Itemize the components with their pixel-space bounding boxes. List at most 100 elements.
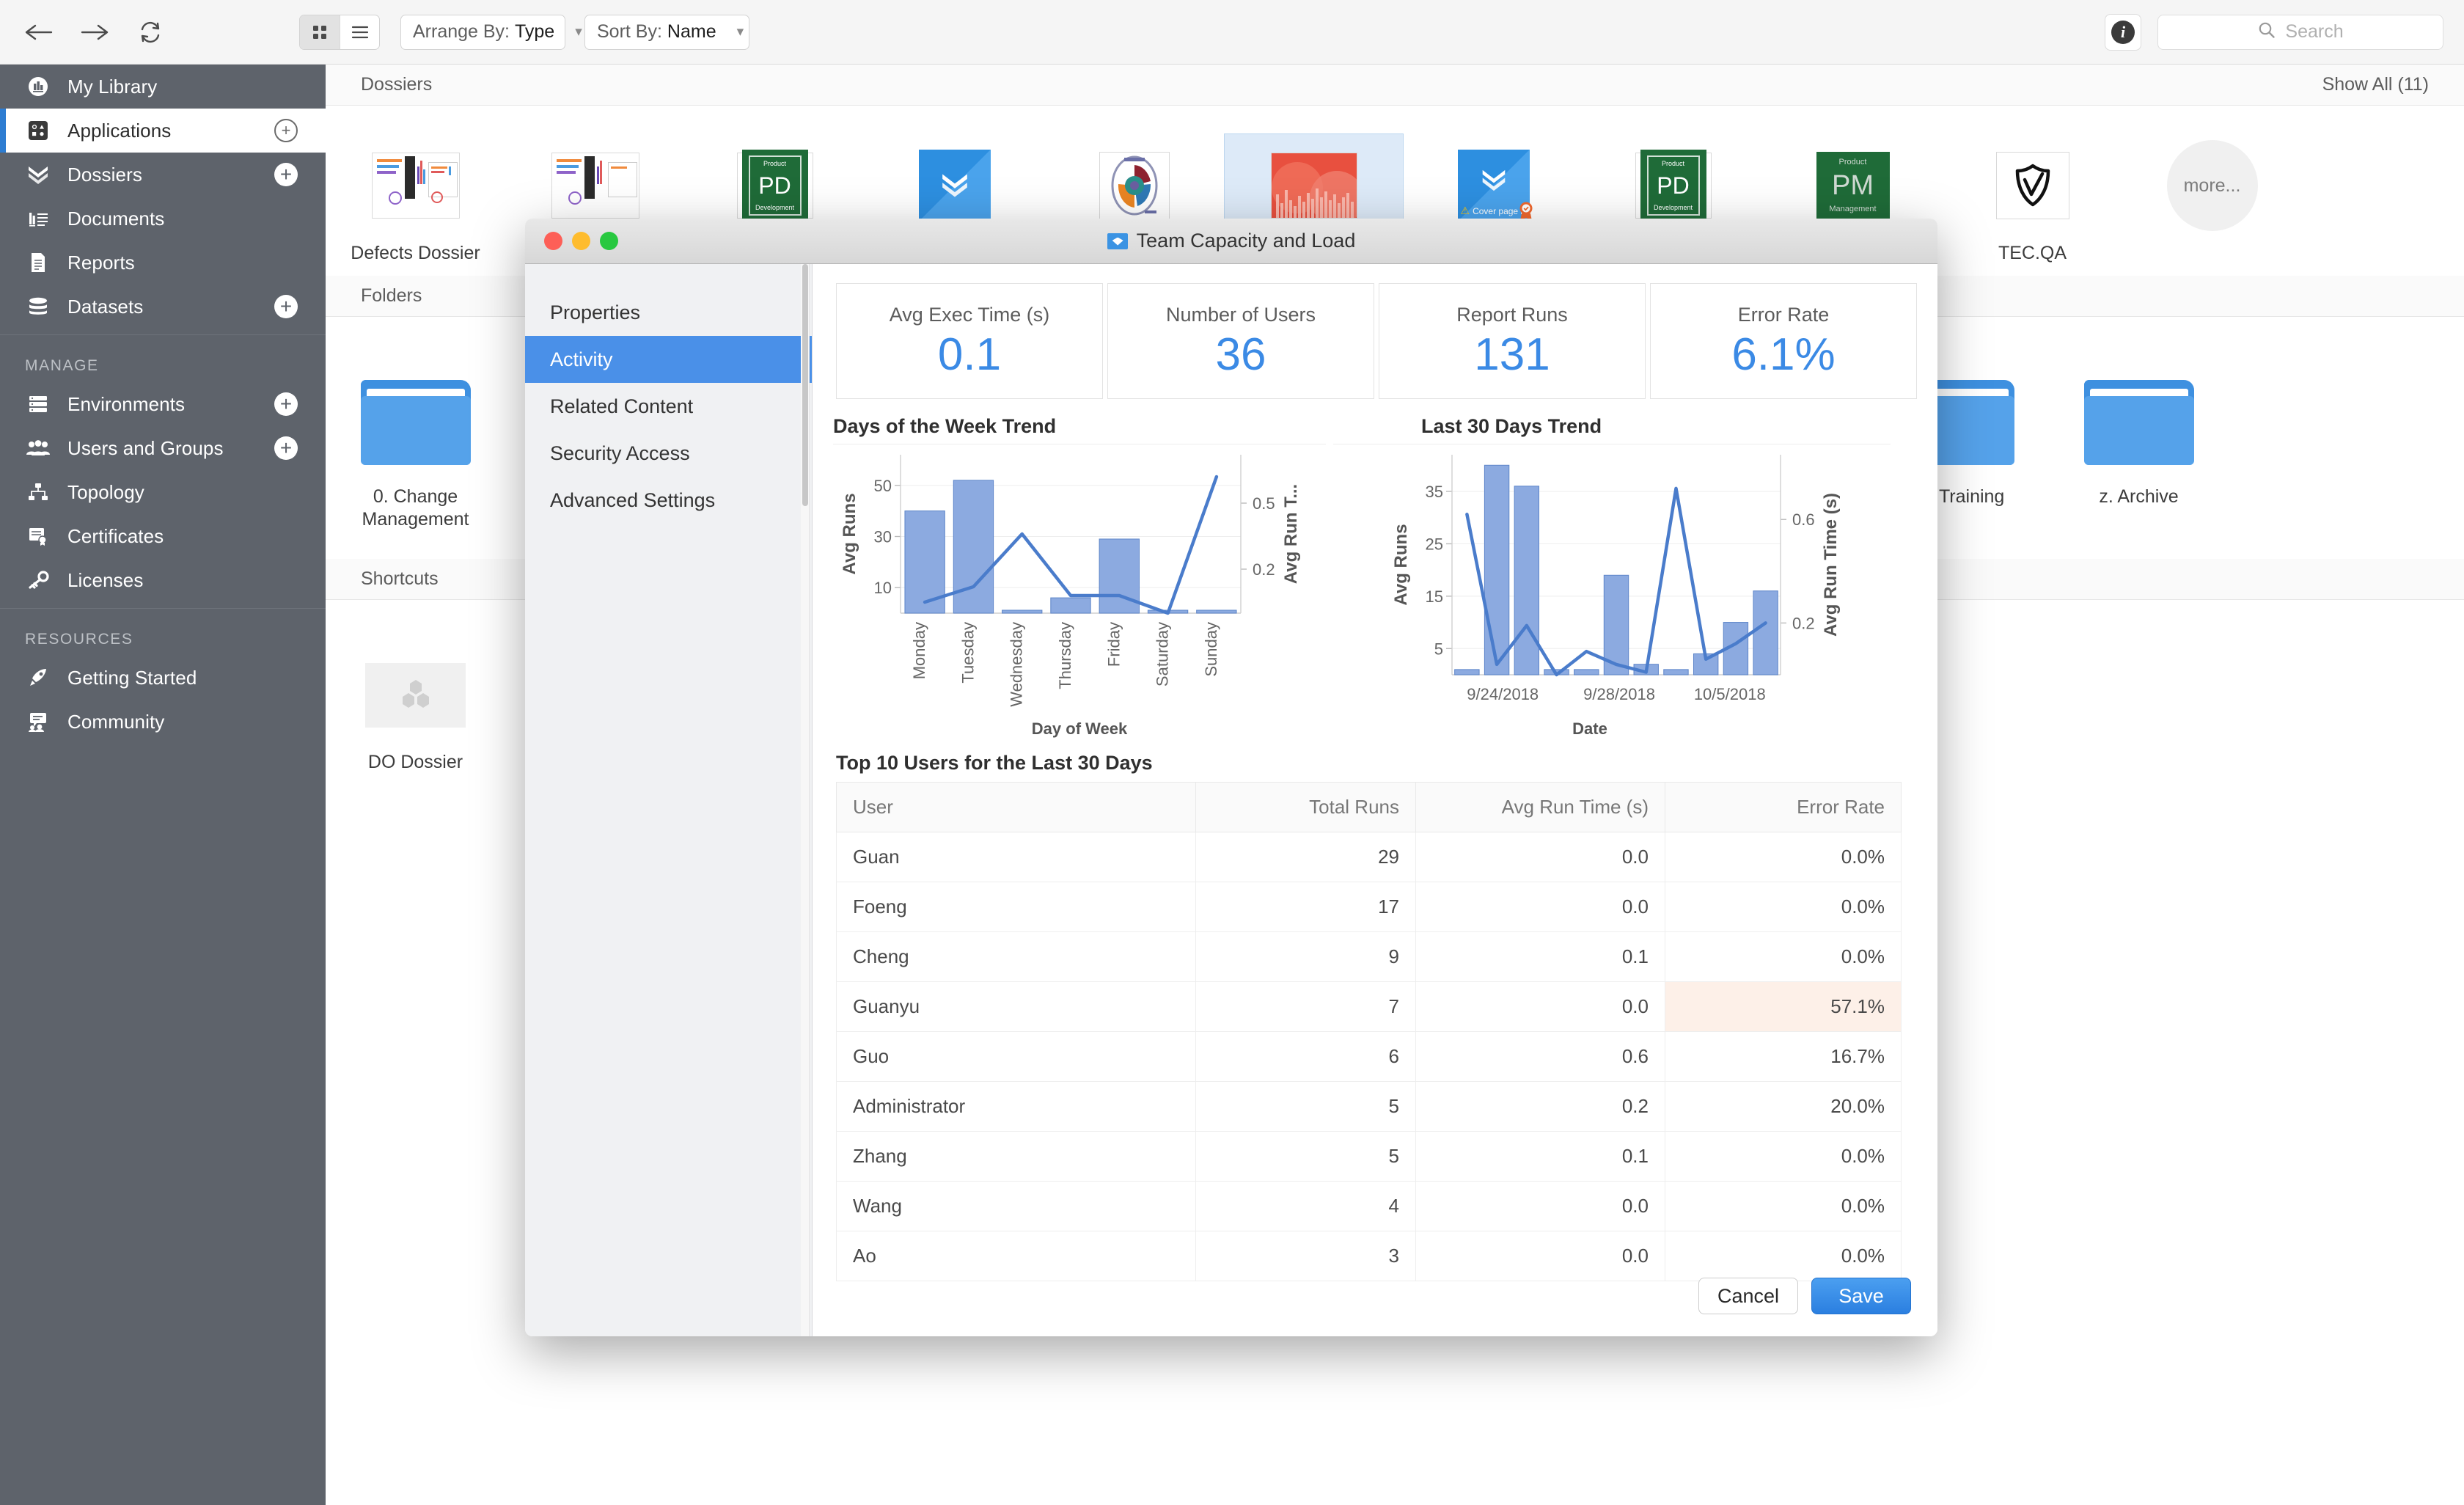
table-row[interactable]: Wang 4 0.0 0.0% xyxy=(836,1181,1902,1231)
add-dataset-button[interactable]: + xyxy=(274,295,298,318)
thumbnail xyxy=(1982,150,2083,221)
warning-text: Cover page not found xyxy=(1473,205,1558,216)
users-icon xyxy=(25,435,51,461)
sidebar-item-users-and-groups[interactable]: Users and Groups + xyxy=(0,426,326,470)
sidebar-item-applications[interactable]: Applications + xyxy=(0,109,326,153)
tile-caption: TEC.QA xyxy=(1998,243,2067,263)
top-users-table: User Total Runs Avg Run Time (s) Error R… xyxy=(836,782,1902,1281)
sidebar-item-label: Getting Started xyxy=(67,666,197,689)
sidebar-item-community[interactable]: Community xyxy=(0,700,326,744)
table-row[interactable]: Guanyu 7 0.0 57.1% xyxy=(836,981,1902,1032)
info-button[interactable]: i xyxy=(2105,13,2141,51)
kpi-error-rate: Error Rate 6.1% xyxy=(1650,283,1917,399)
table-row[interactable]: Administrator 5 0.2 20.0% xyxy=(836,1081,1902,1132)
column-header-user[interactable]: User xyxy=(836,782,1196,832)
add-user-button[interactable]: + xyxy=(274,436,298,460)
sidebar-item-environments[interactable]: Environments + xyxy=(0,382,326,426)
save-button[interactable]: Save xyxy=(1811,1278,1911,1314)
show-all-link[interactable]: Show All (11) xyxy=(2322,74,2429,95)
sidebar-item-datasets[interactable]: Datasets + xyxy=(0,285,326,329)
dialog-main: Avg Exec Time (s) 0.1 Number of Users 36… xyxy=(801,264,1937,1336)
cell-error-rate: 0.0% xyxy=(1665,882,1902,932)
folder-tile[interactable]: 0. Change Management xyxy=(326,345,505,532)
nav-item-advanced-settings[interactable]: Advanced Settings xyxy=(525,477,812,524)
arrange-by-select[interactable]: Arrange By: Type ▾ xyxy=(400,14,582,50)
cell-avg-run-time: 0.0 xyxy=(1415,981,1665,1032)
sidebar-item-topology[interactable]: Topology xyxy=(0,470,326,514)
cell-user: Guanyu xyxy=(836,981,1196,1032)
dialog-scrollbar[interactable] xyxy=(801,264,810,1336)
nav-item-security-access[interactable]: Security Access xyxy=(525,430,812,477)
sidebar-item-dossiers[interactable]: Dossiers + xyxy=(0,153,326,197)
table-row[interactable]: Guo 6 0.6 16.7% xyxy=(836,1031,1902,1082)
back-icon[interactable] xyxy=(22,15,56,49)
kpi-value: 36 xyxy=(1215,329,1266,380)
svg-text:0.2: 0.2 xyxy=(1253,560,1275,579)
sidebar-item-reports[interactable]: Reports xyxy=(0,241,326,285)
nav-item-activity[interactable]: Activity xyxy=(525,336,812,383)
nav-item-label: Properties xyxy=(550,301,641,323)
kpi-label: Error Rate xyxy=(1737,303,1830,326)
dataset-icon xyxy=(25,293,51,320)
add-environment-button[interactable]: + xyxy=(274,392,298,416)
svg-text:10: 10 xyxy=(874,579,892,597)
maximize-button[interactable] xyxy=(600,232,618,250)
top-toolbar: Arrange By: Type ▾ Sort By: Name ▾ i Sea… xyxy=(0,0,2464,65)
forward-icon[interactable] xyxy=(78,15,111,49)
cancel-button[interactable]: Cancel xyxy=(1698,1278,1798,1314)
svg-text:35: 35 xyxy=(1426,483,1443,501)
table-row[interactable]: Ao 3 0.0 0.0% xyxy=(836,1231,1902,1281)
kpi-report-runs: Report Runs 131 xyxy=(1379,283,1646,399)
scrollbar-thumb[interactable] xyxy=(802,264,808,506)
sidebar-item-licenses[interactable]: Licenses xyxy=(0,558,326,602)
refresh-icon[interactable] xyxy=(133,15,167,49)
sidebar-item-label: Community xyxy=(67,710,165,733)
dialog-titlebar[interactable]: Team Capacity and Load xyxy=(525,219,1937,264)
dialog-footer: Cancel Save xyxy=(1698,1278,1911,1314)
pd-product-development-icon: Product PD Development xyxy=(1640,150,1706,221)
dialog-nav: Properties Activity Related Content Secu… xyxy=(525,264,813,1336)
more-tile[interactable]: more... xyxy=(2122,133,2302,231)
svg-text:0.6: 0.6 xyxy=(1792,510,1815,529)
table-row[interactable]: Foeng 17 0.0 0.0% xyxy=(836,882,1902,932)
cell-total-runs: 5 xyxy=(1195,1131,1416,1182)
section-title: Folders xyxy=(361,285,422,306)
nav-item-label: Advanced Settings xyxy=(550,488,716,511)
community-icon xyxy=(25,708,51,735)
nav-item-properties[interactable]: Properties xyxy=(525,289,812,336)
table-row[interactable]: Guan 29 0.0 0.0% xyxy=(836,832,1902,882)
thumbnail: Product PD Development xyxy=(725,150,825,221)
column-header-error-rate[interactable]: Error Rate xyxy=(1665,782,1902,832)
list-view-icon[interactable] xyxy=(340,15,379,49)
table-row[interactable]: Cheng 9 0.1 0.0% xyxy=(836,931,1902,982)
svg-text:Thursday: Thursday xyxy=(1056,622,1074,689)
table-row[interactable]: Zhang 5 0.1 0.0% xyxy=(836,1131,1902,1182)
close-button[interactable] xyxy=(544,232,562,250)
sidebar-item-documents[interactable]: Documents xyxy=(0,197,326,241)
cell-avg-run-time: 0.0 xyxy=(1415,832,1665,882)
dossier-tile[interactable]: Defects Dossier xyxy=(326,133,505,265)
folder-tile[interactable]: z. Archive xyxy=(2049,345,2229,508)
svg-text:30: 30 xyxy=(874,527,892,546)
add-application-button[interactable]: + xyxy=(274,119,298,142)
sidebar-item-label: Certificates xyxy=(67,524,164,547)
add-dossier-button[interactable]: + xyxy=(274,163,298,186)
dossier-tile[interactable]: TEC.QA xyxy=(1943,133,2122,265)
sidebar-item-getting-started[interactable]: Getting Started xyxy=(0,656,326,700)
pd-product-development-icon: Product PD Development xyxy=(741,150,808,221)
tile-caption: Defects Dossier xyxy=(351,243,480,263)
column-header-avg-run-time[interactable]: Avg Run Time (s) xyxy=(1415,782,1665,832)
shortcut-tile[interactable]: DO Dossier xyxy=(326,628,505,774)
grid-view-icon[interactable] xyxy=(300,15,340,49)
charts-row: Days of the Week Trend 10 30 50 0.2 0.5 Avg R… xyxy=(833,415,1917,739)
minimize-button[interactable] xyxy=(572,232,590,250)
nav-item-related-content[interactable]: Related Content xyxy=(525,383,812,430)
kpi-label: Report Runs xyxy=(1456,303,1568,326)
sidebar-item-my-library[interactable]: My Library xyxy=(0,65,326,109)
sidebar-item-certificates[interactable]: Certificates xyxy=(0,514,326,558)
search-input[interactable]: Search xyxy=(2157,14,2443,50)
column-header-total-runs[interactable]: Total Runs xyxy=(1195,782,1416,832)
sidebar-item-label: Applications xyxy=(67,119,172,142)
sort-by-select[interactable]: Sort By: Name ▾ xyxy=(584,14,749,50)
table-title: Top 10 Users for the Last 30 Days xyxy=(836,752,1153,774)
